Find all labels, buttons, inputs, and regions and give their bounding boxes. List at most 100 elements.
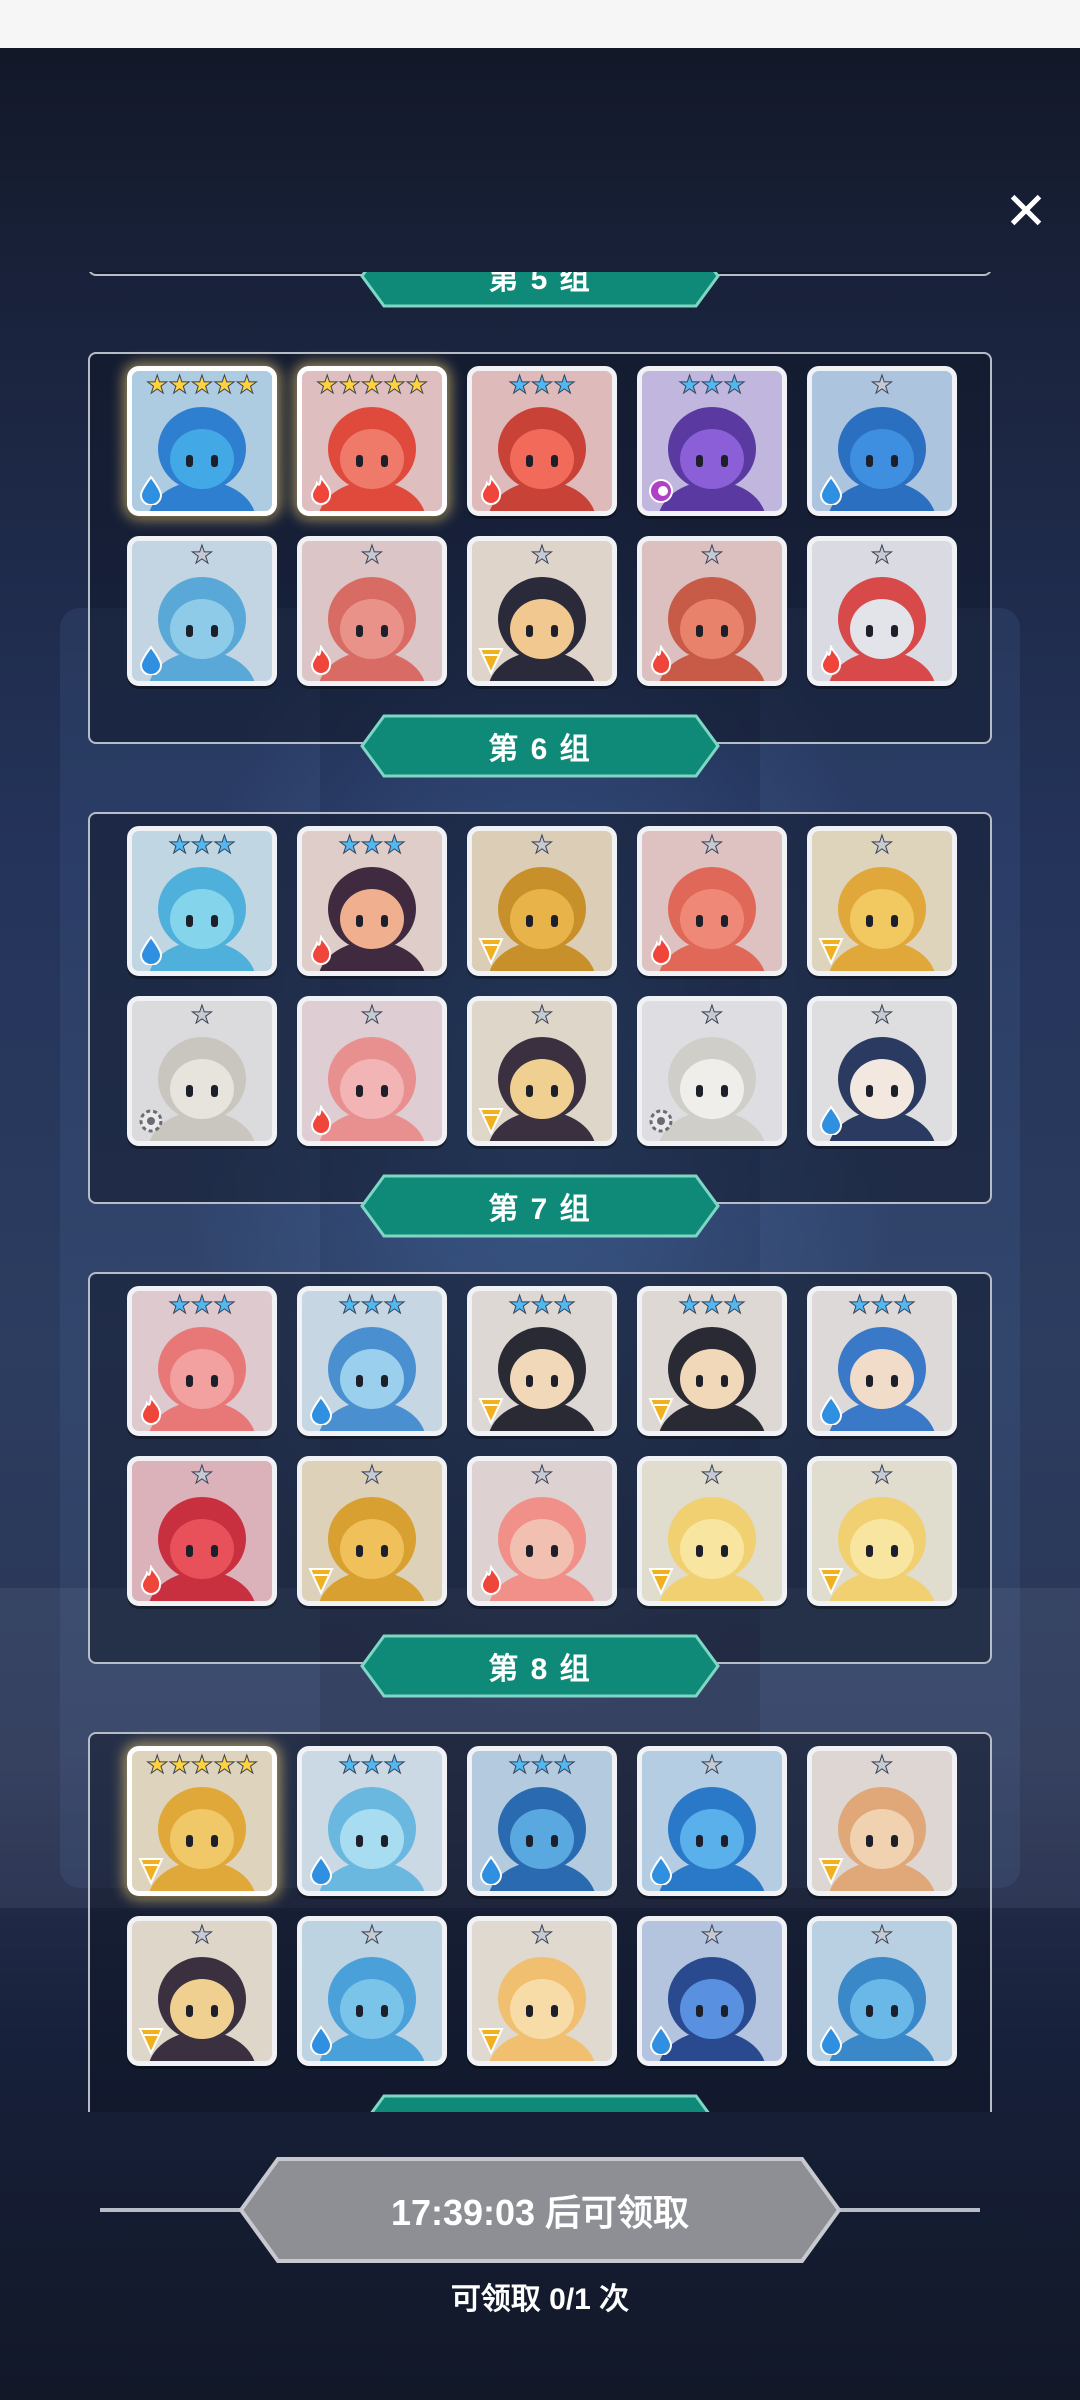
hero-card[interactable]: ★★★ bbox=[467, 1286, 617, 1436]
water-element-icon bbox=[138, 935, 164, 966]
earth-element-icon bbox=[818, 1855, 844, 1886]
earth-element-icon bbox=[648, 1395, 674, 1426]
hero-card[interactable]: ★★★ bbox=[637, 1286, 787, 1436]
fire-element-icon bbox=[478, 473, 504, 505]
hero-card[interactable]: ★ bbox=[127, 996, 277, 1146]
water-element-icon bbox=[308, 2025, 334, 2056]
hero-card[interactable]: ★ bbox=[807, 1456, 957, 1606]
hero-card[interactable]: ★ bbox=[467, 536, 617, 686]
light-element-icon bbox=[648, 1105, 674, 1135]
star-rating: ★ bbox=[360, 1461, 384, 1489]
earth-element-icon bbox=[818, 1565, 844, 1596]
hero-card[interactable]: ★ bbox=[807, 1916, 957, 2066]
hero-card[interactable]: ★ bbox=[637, 996, 787, 1146]
water-element-icon bbox=[818, 475, 844, 506]
hero-card[interactable]: ★★★ bbox=[467, 366, 617, 516]
hero-card[interactable]: ★ bbox=[467, 1456, 617, 1606]
hero-card[interactable]: ★ bbox=[807, 1746, 957, 1896]
star-rating: ★ bbox=[870, 1921, 894, 1949]
close-button[interactable]: ✕ bbox=[996, 182, 1056, 242]
star-rating: ★ bbox=[870, 831, 894, 859]
close-icon: ✕ bbox=[1004, 183, 1048, 241]
hero-card[interactable]: ★ bbox=[807, 826, 957, 976]
claim-button-label: 17:39:03 后可领取 bbox=[390, 2192, 690, 2233]
fire-element-icon bbox=[138, 1393, 164, 1425]
star-rating: ★ bbox=[870, 1461, 894, 1489]
fire-element-icon bbox=[818, 643, 844, 675]
star-rating: ★ bbox=[530, 1001, 554, 1029]
hero-card[interactable]: ★ bbox=[637, 826, 787, 976]
hero-card[interactable]: ★ bbox=[467, 996, 617, 1146]
hero-card[interactable]: ★ bbox=[127, 1916, 277, 2066]
hero-card[interactable]: ★★★ bbox=[807, 1286, 957, 1436]
star-rating: ★ bbox=[870, 541, 894, 569]
hero-card[interactable]: ★★★★★ bbox=[127, 366, 277, 516]
group-banner-8: 第 8 组 bbox=[360, 1634, 720, 1698]
hero-card[interactable]: ★ bbox=[637, 1746, 787, 1896]
star-rating: ★ bbox=[360, 1001, 384, 1029]
fire-element-icon bbox=[308, 643, 334, 675]
hero-card[interactable]: ★★★ bbox=[297, 1746, 447, 1896]
hero-card[interactable]: ★ bbox=[807, 536, 957, 686]
hero-card[interactable]: ★ bbox=[297, 1456, 447, 1606]
star-rating: ★ bbox=[870, 1001, 894, 1029]
fire-element-icon bbox=[308, 933, 334, 965]
star-rating: ★★★ bbox=[508, 1291, 576, 1319]
hero-card[interactable]: ★★★ bbox=[467, 1746, 617, 1896]
star-rating: ★ bbox=[190, 541, 214, 569]
fire-element-icon bbox=[478, 1563, 504, 1595]
water-element-icon bbox=[478, 1855, 504, 1886]
group-banner-9: 第 9 组 bbox=[360, 2094, 720, 2112]
star-rating: ★ bbox=[870, 371, 894, 399]
hero-card[interactable]: ★★★ bbox=[637, 366, 787, 516]
star-rating: ★ bbox=[530, 541, 554, 569]
star-rating: ★ bbox=[700, 1751, 724, 1779]
hero-card[interactable]: ★ bbox=[467, 1916, 617, 2066]
star-rating: ★ bbox=[700, 541, 724, 569]
star-rating: ★★★★★ bbox=[315, 371, 429, 399]
water-element-icon bbox=[138, 475, 164, 506]
hero-card[interactable]: ★★★ bbox=[297, 826, 447, 976]
star-rating: ★★★ bbox=[338, 831, 406, 859]
hero-card[interactable]: ★ bbox=[297, 1916, 447, 2066]
hero-card[interactable]: ★ bbox=[637, 1456, 787, 1606]
hero-card[interactable]: ★★★★★ bbox=[127, 1746, 277, 1896]
hero-card[interactable]: ★★★ bbox=[127, 826, 277, 976]
water-element-icon bbox=[138, 645, 164, 676]
earth-element-icon bbox=[818, 935, 844, 966]
hero-card[interactable]: ★★★ bbox=[297, 1286, 447, 1436]
fire-element-icon bbox=[308, 1103, 334, 1135]
group-list[interactable]: 第 5 组 ★★★★★ ★★★★★ ★★★ ★★★ ★ ★ ★ ★ ★ ★ 第 … bbox=[0, 272, 1080, 2112]
star-rating: ★★★ bbox=[338, 1291, 406, 1319]
hero-card[interactable]: ★ bbox=[807, 366, 957, 516]
water-element-icon bbox=[648, 1855, 674, 1886]
hero-card[interactable]: ★ bbox=[127, 1456, 277, 1606]
star-rating: ★ bbox=[190, 1921, 214, 1949]
group-banner-label: 第 7 组 bbox=[488, 1193, 592, 1226]
star-rating: ★★★ bbox=[678, 371, 746, 399]
claim-button[interactable]: 17:39:03 后可领取 bbox=[238, 2156, 842, 2264]
hero-card[interactable]: ★ bbox=[807, 996, 957, 1146]
star-rating: ★ bbox=[530, 1461, 554, 1489]
hero-card[interactable]: ★ bbox=[127, 536, 277, 686]
earth-element-icon bbox=[478, 1395, 504, 1426]
star-rating: ★ bbox=[700, 831, 724, 859]
earth-element-icon bbox=[138, 1855, 164, 1886]
hero-card[interactable]: ★ bbox=[297, 996, 447, 1146]
star-rating: ★ bbox=[700, 1921, 724, 1949]
fire-element-icon bbox=[138, 1563, 164, 1595]
hero-card[interactable]: ★ bbox=[467, 826, 617, 976]
hero-card[interactable]: ★★★ bbox=[127, 1286, 277, 1436]
star-rating: ★★★★★ bbox=[145, 371, 259, 399]
hero-card[interactable]: ★ bbox=[637, 536, 787, 686]
earth-element-icon bbox=[478, 935, 504, 966]
star-rating: ★★★ bbox=[678, 1291, 746, 1319]
star-rating: ★★★ bbox=[338, 1751, 406, 1779]
group-banner-6: 第 6 组 bbox=[360, 714, 720, 778]
water-element-icon bbox=[818, 2025, 844, 2056]
star-rating: ★ bbox=[190, 1461, 214, 1489]
hero-card[interactable]: ★★★★★ bbox=[297, 366, 447, 516]
hero-card[interactable]: ★ bbox=[297, 536, 447, 686]
fire-element-icon bbox=[308, 473, 334, 505]
hero-card[interactable]: ★ bbox=[637, 1916, 787, 2066]
